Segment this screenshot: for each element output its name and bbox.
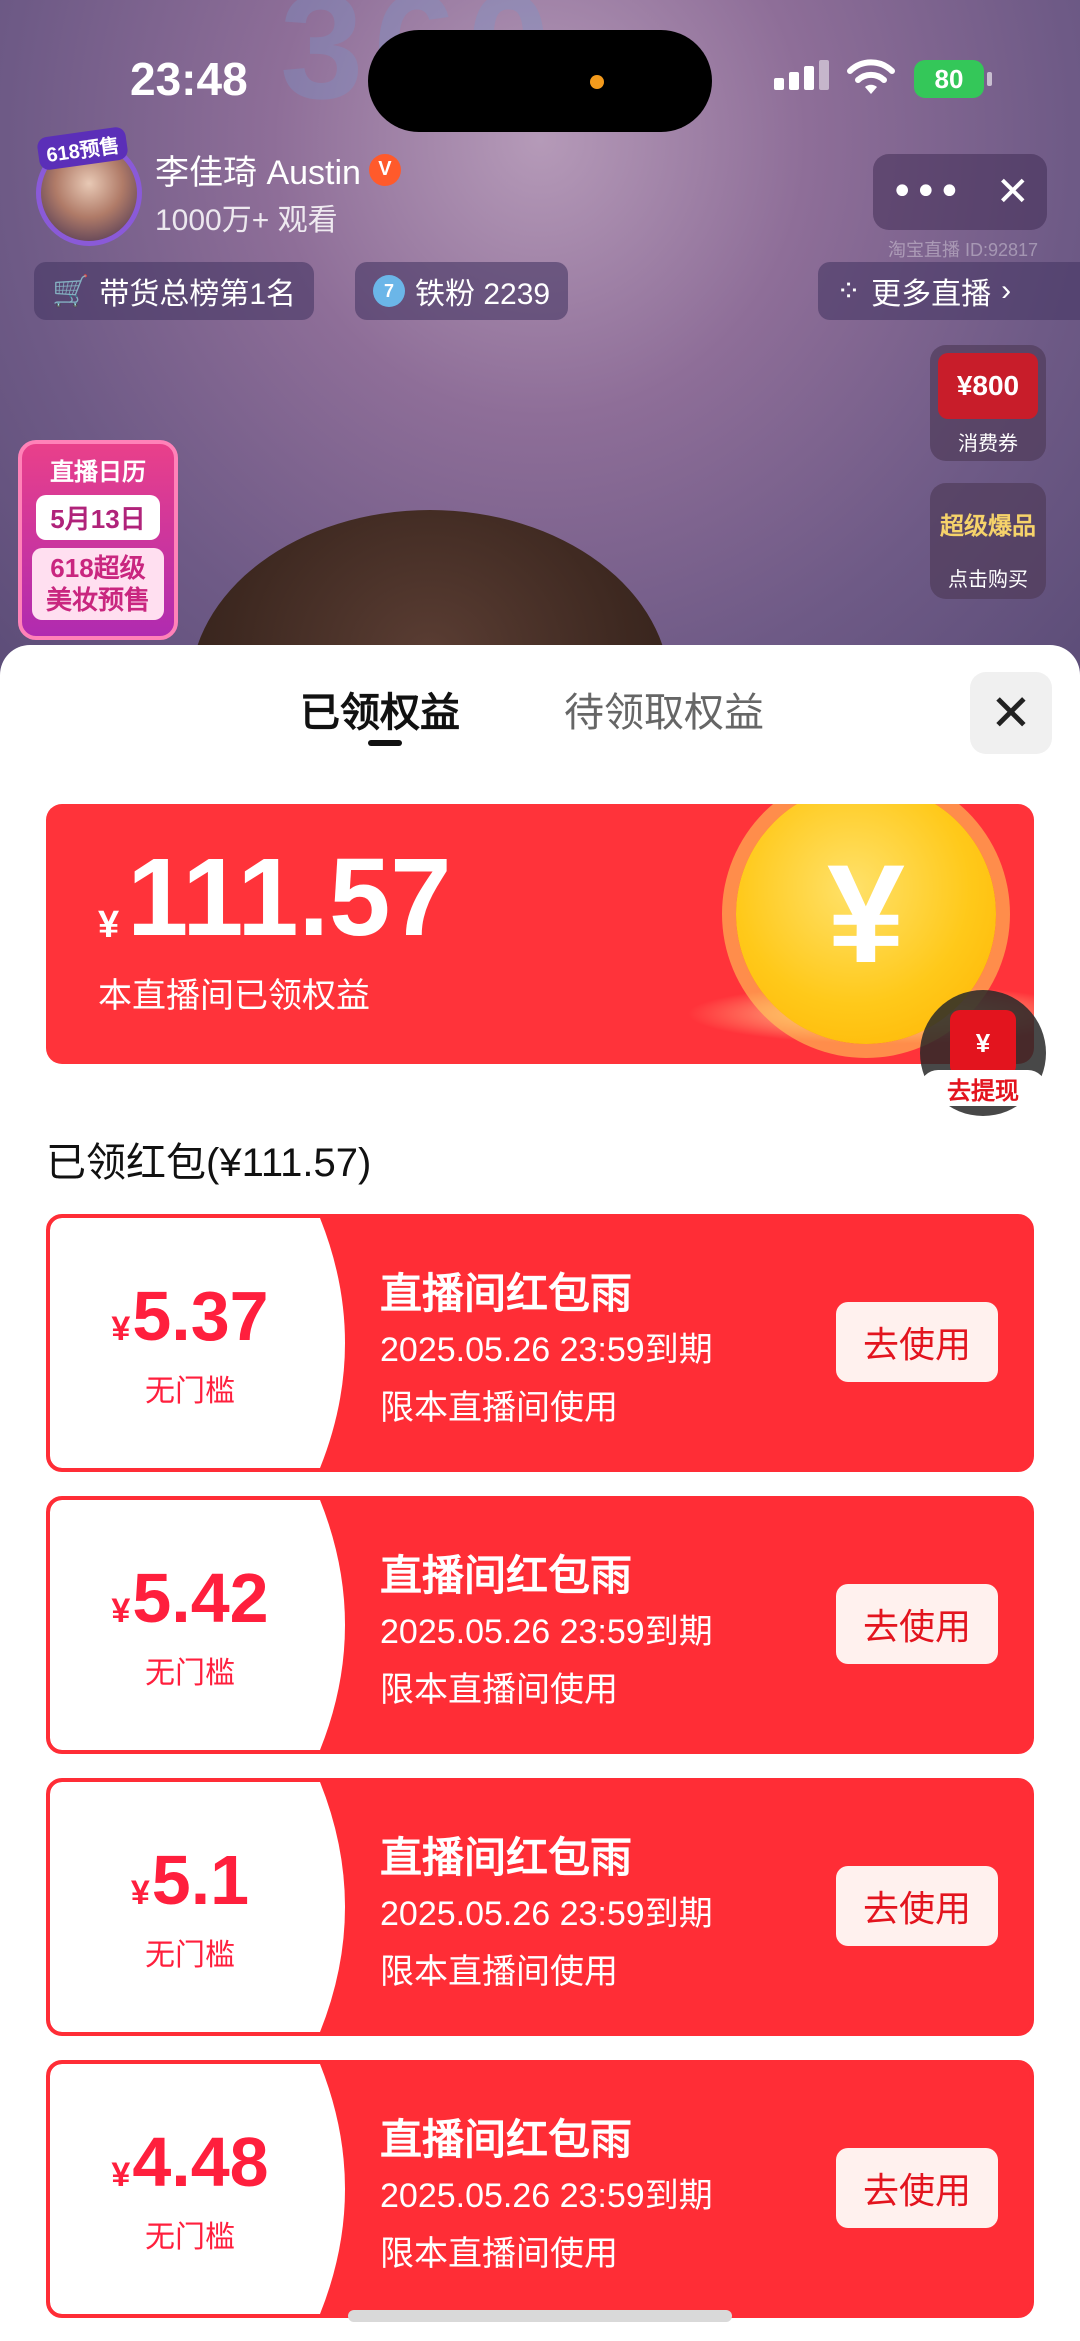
streamer-name[interactable]: 李佳琦 Austin V (155, 145, 401, 194)
room-id: 淘宝直播 ID:92817 (888, 240, 1039, 260)
rank-badge[interactable]: 🛒 带货总榜第1名 (34, 262, 315, 320)
coupon-value: ¥5.37 (50, 1276, 330, 1356)
calendar-event: 618超级 美妆预售 (32, 548, 164, 620)
chevron-right-icon: › (1001, 274, 1012, 307)
coupon-value: ¥5.42 (50, 1558, 330, 1638)
coupon-threshold: 无门槛 (145, 1939, 235, 1972)
coupon-expiry: 2025.05.26 23:59到期 (380, 2177, 713, 2215)
coupon-currency: ¥ (111, 1310, 131, 1348)
withdraw-button[interactable]: ¥ 去提现 (920, 990, 1046, 1116)
coupon-expiry: 2025.05.26 23:59到期 (380, 1613, 713, 1651)
coupon-card: ¥5.37 无门槛 直播间红包雨 2025.05.26 23:59到期 限本直播… (46, 1214, 1034, 1472)
wifi-icon (847, 59, 895, 94)
coupon-amount: 5.42 (132, 1559, 269, 1637)
coupon-amount: 5.1 (151, 1841, 250, 1919)
streamer-name-label: 李佳琦 Austin (155, 154, 361, 192)
calendar-event-line2: 美妆预售 (45, 585, 150, 615)
coupon-value: ¥5.1 (50, 1840, 330, 1920)
status-time: 23:48 (130, 53, 248, 105)
coupon-limit: 限本直播间使用 (380, 2235, 618, 2273)
close-stream-icon[interactable]: ✕ (996, 169, 1030, 215)
live-calendar[interactable]: 直播日历 5月13日 618超级 美妆预售 (18, 440, 178, 640)
calendar-title: 直播日历 (50, 459, 146, 486)
coupon-expiry: 2025.05.26 23:59到期 (380, 1331, 713, 1369)
battery-indicator: 80 (914, 60, 992, 98)
signal-icon (774, 60, 829, 90)
viewer-count: 1000万+ 观看 (155, 204, 338, 237)
close-icon: ✕ (990, 685, 1032, 741)
coupon-amount: 4.48 (132, 2123, 269, 2201)
fans-level-icon: 7 (373, 275, 405, 307)
top-controls: ••• ✕ (873, 154, 1047, 230)
claimed-total-amount: 111.57 (127, 836, 452, 959)
calendar-date: 5月13日 (36, 495, 160, 540)
side-hot-label: 点击购买 (948, 569, 1028, 591)
coupon-title: 直播间红包雨 (380, 1552, 633, 1599)
cart-icon: 🛒 (52, 274, 90, 308)
coupon-limit: 限本直播间使用 (380, 1671, 618, 1709)
tab-claimed[interactable]: 已领权益 (300, 680, 460, 738)
fans-label: 铁粉 2239 (415, 278, 551, 311)
fans-badge[interactable]: 7 铁粉 2239 (355, 262, 569, 320)
status-bar: 23:48 80 (0, 0, 1080, 150)
currency-symbol: ¥ (98, 904, 120, 946)
coupon-title: 直播间红包雨 (380, 1834, 633, 1881)
close-sheet-button[interactable]: ✕ (970, 672, 1052, 754)
coupon-value: ¥4.48 (50, 2122, 330, 2202)
claimed-total: ¥ 111.57 (98, 834, 451, 961)
recording-dot (590, 75, 604, 89)
more-live-label: 更多直播 (871, 278, 992, 311)
active-tab-indicator (368, 740, 402, 746)
hot-product-icon: 超级爆品 (940, 512, 1036, 540)
claimed-total-banner: ¥ 111.57 本直播间已领权益 ¥ (46, 804, 1034, 1064)
coupon-amount: 5.37 (132, 1277, 269, 1355)
coupon-expiry: 2025.05.26 23:59到期 (380, 1895, 713, 1933)
use-coupon-button[interactable]: 去使用 (836, 1584, 998, 1664)
more-live-button[interactable]: ⁘ 更多直播 › (818, 262, 1080, 320)
red-envelope-icon: ¥ (950, 1010, 1016, 1076)
benefits-tabs: 已领权益 待领取权益 (0, 680, 1080, 750)
coupon-card: ¥5.42 无门槛 直播间红包雨 2025.05.26 23:59到期 限本直播… (46, 1496, 1034, 1754)
withdraw-label: 去提现 (920, 1070, 1046, 1106)
coupon-currency: ¥ (130, 1874, 150, 1912)
coupon-limit: 限本直播间使用 (380, 1953, 618, 1991)
side-coupon-item[interactable]: ¥800 消费券 (930, 345, 1046, 461)
coupon-currency: ¥ (111, 1592, 131, 1630)
coupon-threshold: 无门槛 (145, 1375, 235, 1408)
coupon-title: 直播间红包雨 (380, 2116, 633, 2163)
tab-pending[interactable]: 待领取权益 (564, 680, 764, 738)
use-coupon-button[interactable]: 去使用 (836, 1302, 998, 1382)
voucher-icon: ¥800 (938, 353, 1038, 419)
coupon-card: ¥4.48 无门槛 直播间红包雨 2025.05.26 23:59到期 限本直播… (46, 2060, 1034, 2318)
verified-icon: V (368, 153, 401, 186)
grid-icon: ⁘ (836, 274, 862, 308)
coupon-threshold: 无门槛 (145, 1657, 235, 1690)
rank-label: 带货总榜第1名 (99, 278, 297, 311)
coupon-currency: ¥ (111, 2156, 131, 2194)
calendar-event-line1: 618超级 (50, 553, 146, 583)
home-indicator[interactable] (348, 2310, 732, 2322)
coupon-title: 直播间红包雨 (380, 1270, 633, 1317)
side-coupon-label: 消费券 (958, 433, 1018, 455)
use-coupon-button[interactable]: 去使用 (836, 2148, 998, 2228)
more-options-icon[interactable]: ••• (890, 169, 961, 215)
dynamic-island (368, 30, 712, 132)
coupon-threshold: 无门槛 (145, 2221, 235, 2254)
claimed-total-label: 本直播间已领权益 (98, 977, 370, 1015)
use-coupon-button[interactable]: 去使用 (836, 1866, 998, 1946)
coupon-limit: 限本直播间使用 (380, 1389, 618, 1427)
coupon-card: ¥5.1 无门槛 直播间红包雨 2025.05.26 23:59到期 限本直播间… (46, 1778, 1034, 2036)
side-hot-item[interactable]: 超级爆品 点击购买 (930, 483, 1046, 599)
section-title: 已领红包(¥111.57) (46, 1141, 372, 1185)
